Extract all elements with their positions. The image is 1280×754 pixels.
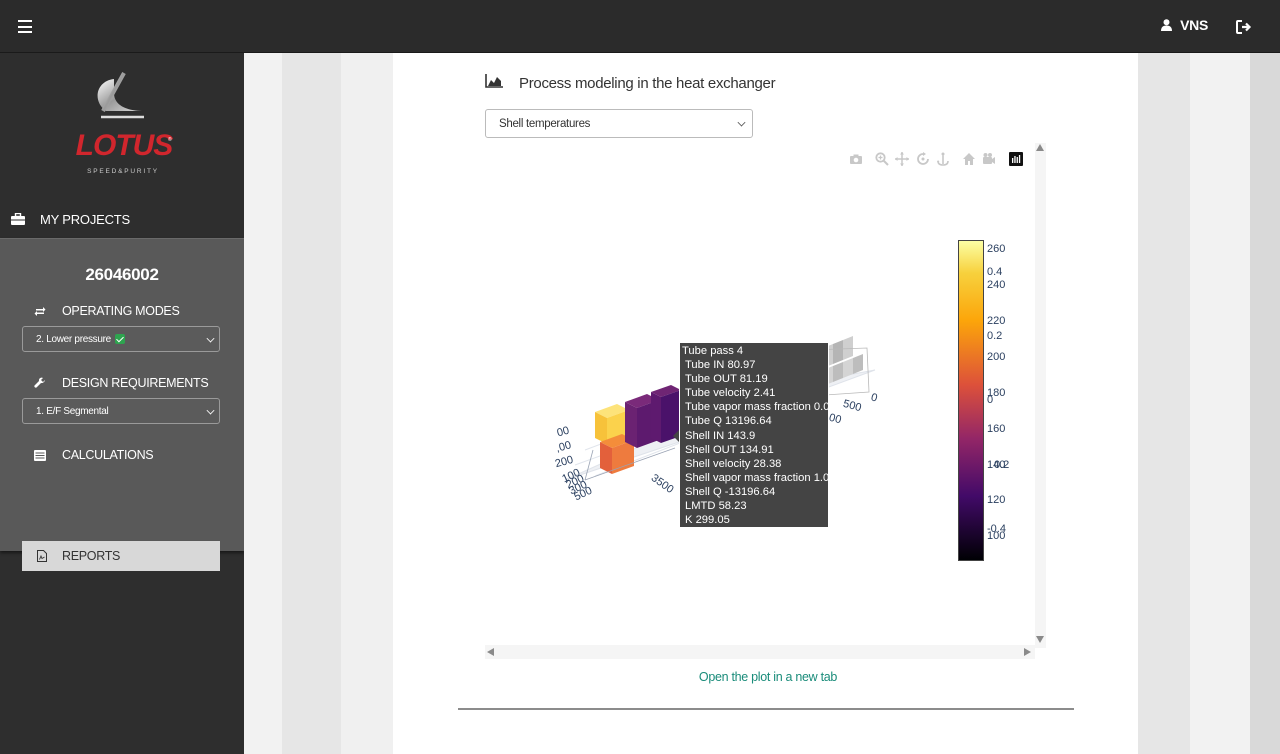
chevron-down-icon [737, 118, 746, 127]
calculations-label: CALCULATIONS [62, 448, 154, 462]
tooltip-line: Shell vapor mass fraction 1.0 [685, 471, 830, 484]
colorbar-tick: 260 [987, 243, 1006, 255]
nav-design-requirements[interactable]: DESIGN REQUIREMENTS [0, 370, 244, 396]
check-icon [114, 334, 125, 344]
nav-my-projects-label: MY PROJECTS [40, 211, 131, 227]
pdf-file-icon [34, 550, 50, 562]
lotus-logo[interactable]: LOTUS ® SPEED&PURITY [74, 71, 174, 181]
user-name: VNS [1180, 17, 1208, 33]
tooltip-line: Shell OUT 134.91 [685, 443, 774, 456]
section-title: Process modeling in the heat exchanger [485, 74, 776, 92]
colorbar-tick: 220 [987, 315, 1006, 327]
camera-view-icon[interactable] [982, 152, 996, 166]
colorbar-tick: 240 [987, 279, 1006, 291]
design-requirement-value: 1. E/F Segmental [36, 405, 109, 417]
colorbar-overlay-tick: 0 [987, 394, 994, 406]
svg-text:®: ® [168, 136, 172, 143]
logout-icon[interactable] [1236, 20, 1252, 34]
top-bar: VNS [0, 0, 1280, 53]
scroll-left-arrow[interactable] [487, 648, 494, 656]
scroll-up-arrow[interactable] [1036, 144, 1044, 151]
colorbar-tick: 200 [987, 351, 1006, 363]
operating-modes-label: OPERATING MODES [62, 304, 180, 318]
design-requirements-label: DESIGN REQUIREMENTS [62, 376, 209, 390]
user-menu[interactable]: VNS [1161, 17, 1208, 33]
colorbar-overlay-tick: 0.4 [987, 266, 1003, 278]
colorbar-overlay-tick: 0.2 [987, 330, 1003, 342]
open-plot-new-tab-link[interactable]: Open the plot in a new tab [0, 670, 1280, 684]
colored-bars [595, 385, 681, 474]
nav-calculations[interactable]: CALCULATIONS [0, 442, 244, 468]
chevron-down-icon [206, 406, 215, 415]
nav-my-projects[interactable]: MY PROJECTS [0, 200, 244, 238]
tooltip-line: Tube Q 13196.64 [685, 415, 772, 428]
tooltip-line: Shell Q -13196.64 [685, 485, 776, 498]
horizontal-scrollbar[interactable] [485, 645, 1035, 659]
tooltip-line: Tube vapor mass fraction 0.0 [685, 401, 830, 414]
reports-label: REPORTS [62, 549, 121, 563]
right-gutter [1250, 53, 1280, 754]
section-title-text: Process modeling in the heat exchanger [519, 74, 776, 92]
camera-icon[interactable] [849, 152, 863, 166]
repeat-icon [32, 306, 48, 317]
briefcase-icon [10, 211, 26, 227]
project-panel: 26046002 OPERATING MODES 2. Lower pressu… [0, 238, 244, 571]
tooltip-line: Tube OUT 81.19 [685, 373, 768, 386]
tooltip-line: LMTD 58.23 [685, 500, 747, 513]
operating-mode-select[interactable]: 2. Lower pressure [22, 326, 220, 352]
menu-icon[interactable] [18, 20, 32, 33]
design-requirement-select[interactable]: 1. E/F Segmental [22, 398, 220, 424]
colorbar-overlay-tick: -0.4 [987, 523, 1006, 535]
sidebar: LOTUS ® SPEED&PURITY MY PROJECTS 2604600… [0, 53, 244, 754]
tooltip-line: Shell velocity 28.38 [685, 457, 782, 470]
scroll-down-arrow[interactable] [1036, 636, 1044, 643]
divider [458, 708, 1074, 710]
operating-mode-value: 2. Lower pressure [36, 333, 111, 345]
zoom-icon[interactable] [875, 152, 889, 166]
user-icon [1161, 19, 1173, 31]
pan-icon[interactable] [895, 152, 909, 166]
tooltip-line: K 299.05 [685, 514, 730, 527]
plot-type-value: Shell temperatures [499, 117, 591, 130]
colorbar [958, 240, 984, 561]
area-chart-icon [485, 74, 503, 92]
logo-wordmark: LOTUS [76, 129, 174, 162]
hover-tooltip: Tube pass 4 Tube IN 80.97 Tube OUT 81.19… [679, 342, 829, 528]
logo-tagline: SPEED&PURITY [87, 168, 159, 175]
home-icon[interactable] [962, 152, 976, 166]
nav-operating-modes[interactable]: OPERATING MODES [0, 298, 244, 324]
nav-reports[interactable]: REPORTS [22, 541, 220, 571]
turntable-rotation-icon[interactable] [936, 152, 950, 166]
project-number: 26046002 [85, 265, 159, 284]
colorbar-tick: 120 [987, 494, 1006, 506]
plotly-logo-icon[interactable] [1009, 152, 1023, 166]
wrench-icon [32, 377, 48, 389]
calculations-icon [32, 449, 48, 461]
tooltip-line: Tube pass 4 [682, 345, 744, 357]
orbit-rotation-icon[interactable] [916, 152, 930, 166]
plot-type-select[interactable]: Shell temperatures [485, 109, 753, 138]
vertical-scrollbar[interactable] [1035, 143, 1046, 648]
chevron-down-icon [206, 334, 215, 343]
tooltip-line: Shell IN 143.9 [685, 429, 756, 442]
scroll-right-arrow[interactable] [1024, 648, 1031, 656]
colorbar-overlay-tick: 0.2 [994, 459, 1010, 471]
tooltip-line: Tube IN 80.97 [685, 359, 756, 372]
colorbar-tick: 160 [987, 423, 1006, 435]
tooltip-line: Tube velocity 2.41 [685, 387, 776, 400]
